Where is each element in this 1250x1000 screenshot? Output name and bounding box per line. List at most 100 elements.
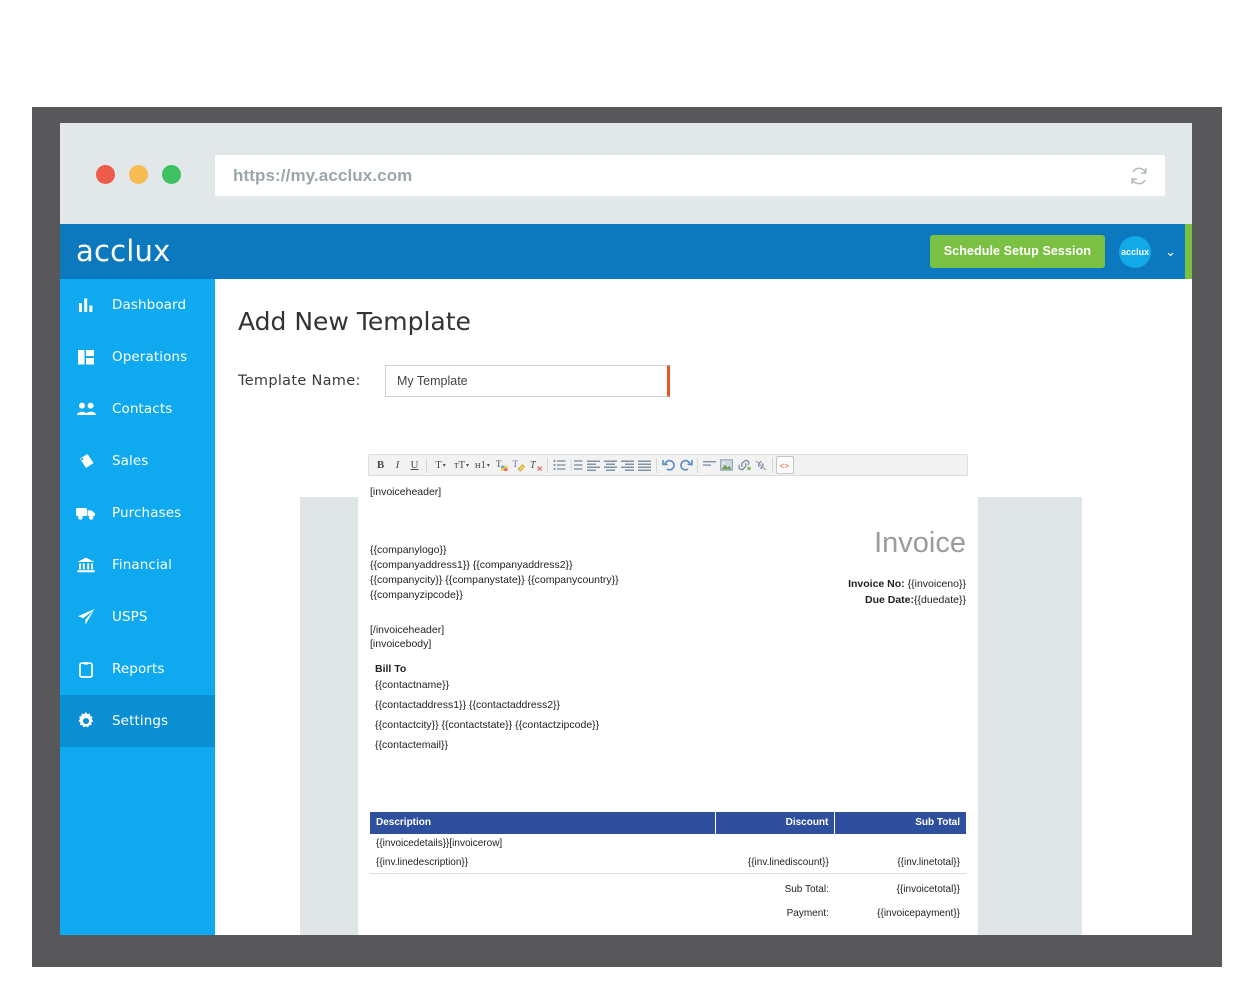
bullet-list-icon[interactable] (551, 456, 568, 474)
table-row: Amount Due: {{invoiceamountdue}} (370, 924, 966, 936)
sidebar-item-label: Settings (112, 713, 169, 729)
toolbar-divider (426, 457, 427, 473)
font-family-icon[interactable]: T ▾ (430, 456, 451, 474)
schedule-setup-session-button[interactable]: Schedule Setup Session (929, 235, 1106, 268)
invoice-doc-title: Invoice (874, 527, 966, 559)
sub-total-value: {{invoicetotal}} (896, 883, 960, 895)
payment-label: Payment: (786, 908, 829, 920)
horizontal-rule-icon[interactable] (701, 456, 718, 474)
clipboard-icon (60, 661, 112, 678)
highlight-color-icon[interactable]: T (510, 456, 527, 474)
invoice-line-items-table: Description Discount Sub Total {{invoice… (370, 812, 966, 935)
sidebar-item-label: Operations (112, 349, 188, 365)
bar-chart-icon (60, 297, 112, 313)
amount-due-value: {{invoiceamountdue}} (835, 924, 966, 936)
underline-icon[interactable]: U (406, 456, 423, 474)
text-color-icon[interactable]: T (493, 456, 510, 474)
template-name-label: Template Name: (238, 373, 361, 389)
empty-cell (370, 873, 716, 899)
invoice-header-close-tag: [/invoiceheader] (370, 623, 445, 636)
numbered-list-icon[interactable]: 123 (568, 456, 585, 474)
sidebar-item-label: Financial (112, 557, 173, 573)
toolbar-divider (547, 457, 548, 473)
invoice-number-value: {{invoiceno}} (907, 578, 966, 590)
maximize-window-button[interactable] (162, 165, 181, 184)
avatar[interactable]: acclux (1119, 235, 1152, 268)
editor-toolbar: B I U T ▾ тT ▾ н1 ▾ T T T 1 2 3 <> (368, 454, 968, 476)
minimize-window-button[interactable] (129, 165, 148, 184)
screenshot-root: https://my.acclux.com acclux Schedule Se… (0, 0, 1250, 1000)
toolbar-group-history (660, 456, 694, 474)
align-justify-icon[interactable] (636, 456, 653, 474)
bold-icon[interactable]: B (372, 456, 389, 474)
sidebar-item-settings[interactable]: Settings (60, 695, 215, 747)
toolbar-group-font: T ▾ тT ▾ н1 ▾ (430, 456, 493, 474)
table-header-row: Description Discount Sub Total (370, 812, 966, 834)
heading-icon[interactable]: н1 ▾ (472, 456, 493, 474)
bill-to-line: {{contactemail}} (375, 739, 448, 752)
table-row: {{invoicedetails}}[invoicerow] (370, 834, 966, 854)
editor-document-body[interactable]: [invoiceheader] Invoice {{companylogo}} … (358, 476, 978, 935)
toolbar-group-insert (701, 456, 769, 474)
app-logo[interactable]: acclux (76, 234, 170, 268)
svg-text:T: T (530, 460, 537, 471)
svg-text:<>: <> (779, 462, 789, 470)
app-top-bar: acclux Schedule Setup Session acclux ⌄ (60, 224, 1192, 279)
refresh-icon[interactable] (1119, 155, 1159, 196)
grid-layout-icon (60, 349, 112, 365)
chevron-down-icon[interactable]: ⌄ (1165, 244, 1176, 260)
toolbar-group-text-style: B I U (372, 456, 423, 474)
clear-formatting-icon[interactable]: T (527, 456, 544, 474)
sidebar-item-label: Sales (112, 453, 149, 469)
font-size-icon[interactable]: тT ▾ (451, 456, 472, 474)
bill-to-line: {{contactaddress1}} {{contactaddress2}} (375, 699, 561, 712)
table-row: {{inv.linedescription}} {{inv.linediscou… (370, 853, 966, 874)
table-body: {{invoicedetails}}[invoicerow] {{inv.lin… (370, 834, 966, 935)
svg-text:T: T (512, 459, 518, 469)
empty-cell (370, 924, 716, 935)
insert-image-icon[interactable] (718, 456, 735, 474)
align-center-icon[interactable] (602, 456, 619, 474)
sidebar-item-label: Reports (112, 661, 165, 677)
sidebar-item-usps[interactable]: USPS (60, 591, 215, 643)
sidebar-item-label: USPS (112, 609, 148, 625)
source-code-icon[interactable]: <> (776, 456, 794, 474)
table-head: Description Discount Sub Total (370, 812, 966, 834)
sidebar-item-financial[interactable]: Financial (60, 539, 215, 591)
svg-text:3: 3 (570, 467, 572, 471)
window-controls (96, 165, 181, 184)
sidebar-item-dashboard[interactable]: Dashboard (60, 279, 215, 331)
template-name-row: Template Name: (238, 359, 1158, 403)
paper-plane-icon (60, 608, 112, 626)
sidebar-item-contacts[interactable]: Contacts (60, 383, 215, 435)
sidebar-item-purchases[interactable]: Purchases (60, 487, 215, 539)
redo-icon[interactable] (677, 456, 694, 474)
column-header-sub-total: Sub Total (834, 812, 966, 834)
toolbar-group-align (585, 456, 653, 474)
unlink-icon[interactable] (752, 456, 769, 474)
browser-chrome-bar: https://my.acclux.com (60, 123, 1192, 224)
invoice-details-token: {{invoicedetails}}[invoicerow] (376, 837, 503, 849)
template-name-input[interactable] (385, 365, 670, 397)
undo-icon[interactable] (660, 456, 677, 474)
sidebar-item-reports[interactable]: Reports (60, 643, 215, 695)
address-bar[interactable]: https://my.acclux.com (215, 155, 1165, 196)
sidebar-item-sales[interactable]: Sales (60, 435, 215, 487)
align-left-icon[interactable] (585, 456, 602, 474)
close-window-button[interactable] (96, 165, 115, 184)
italic-icon[interactable]: I (389, 456, 406, 474)
table-row: Sub Total: {{invoicetotal}} (370, 873, 966, 899)
people-icon (60, 402, 112, 416)
toolbar-divider (772, 457, 773, 473)
align-right-icon[interactable] (619, 456, 636, 474)
insert-link-icon[interactable] (735, 456, 752, 474)
payment-value: {{invoicepayment}} (877, 908, 960, 920)
page-title: Add New Template (238, 307, 471, 336)
sidebar-item-operations[interactable]: Operations (60, 331, 215, 383)
toolbar-divider (656, 457, 657, 473)
tag-icon (60, 453, 112, 470)
sidebar-item-label: Dashboard (112, 297, 187, 313)
rich-text-editor[interactable]: B I U T ▾ тT ▾ н1 ▾ T T T 1 2 3 <> [invo… (358, 447, 978, 935)
